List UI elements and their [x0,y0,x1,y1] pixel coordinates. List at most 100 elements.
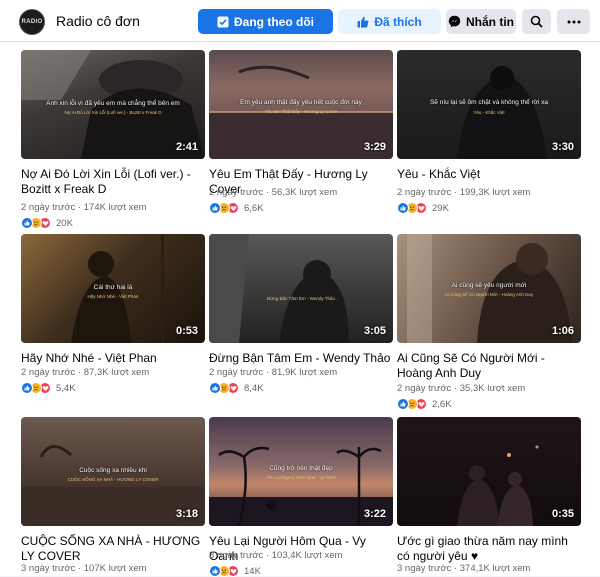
video-time: 3 ngày trước [397,563,452,574]
video-thumbnail[interactable]: Đừng Bận Tâm Em - Wendy Thảo 3:05 [209,234,393,343]
video-thumbnail[interactable]: Cái thứ hai là Hãy Nhớ Nhé - Việt Phan 0… [21,234,205,343]
video-thumbnail[interactable]: Em yêu anh thật đấy yêu hết cuộc đời này… [209,50,393,159]
video-views: 174K lượt xem [83,202,147,213]
video-thumbnail[interactable]: Cũng trở nên thật đẹp Yêu Lại Người Hôm … [209,417,393,526]
video-meta: 2 ngày trước · 56,3K lượt xem [209,187,338,198]
like-reaction-icon [397,202,409,214]
video-views: 35,3K lượt xem [459,383,526,394]
video-duration: 3:22 [363,508,386,520]
video-title[interactable]: Hãy Nhớ Nhé - Việt Phan [21,351,205,366]
video-thumbnail[interactable]: Cuộc sống xa nhiều khi CUỘC SỐNG XA NHÀ … [21,417,205,526]
video-thumbnail[interactable]: 0:35 [397,417,581,526]
video-views: 56,3K lượt xem [271,187,338,198]
liked-label: Đã thích [374,14,422,29]
video-meta: 3 ngày trước · 103,4K lượt xem [209,550,343,561]
search-icon [530,15,543,28]
video-thumbnail[interactable]: Ai cũng sẽ yêu người mới Ai Cũng Sẽ Có N… [397,234,581,343]
video-duration: 1:06 [551,325,574,337]
video-thumbnail[interactable]: Sẽ níu lại sẽ ôm chặt và không thể rời x… [397,50,581,159]
page-avatar[interactable]: RADIO [19,9,45,35]
like-reaction-icon [209,382,221,394]
video-title[interactable]: Yêu - Khắc Việt [397,167,581,182]
like-reaction-icon [209,565,221,577]
reaction-count: 14K [244,565,261,577]
message-button[interactable]: Nhắn tin [446,9,516,34]
thumbnail-subcaption: CUỘC SỐNG XA NHÀ - HƯƠNG LY COVER [67,477,159,482]
thumbnail-subcaption: Yêu - Khắc Việt [473,110,505,115]
video-time: 2 ngày trước [21,202,76,213]
like-reaction-icon [21,382,33,394]
check-box-icon [217,16,229,28]
video-meta: 2 ngày trước · 174K lượt xem [21,202,147,213]
page-name[interactable]: Radio cô đơn [56,13,140,29]
video-views: 199,3K lượt xem [459,187,531,198]
liked-button[interactable]: Đã thích [338,9,441,34]
thumbs-up-icon [357,16,369,28]
reactions[interactable]: 8,4K [209,382,264,394]
thumbnail-caption: Cái thứ hai là [93,284,133,291]
more-dots-icon [567,20,581,24]
search-button[interactable] [522,9,551,34]
thumbnail-subcaption: Ai Cũng Sẽ Có Người Mới - Hoàng Anh Duy [444,292,534,297]
reaction-count: 8,4K [244,382,264,394]
video-meta: 2 ngày trước · 81,9K lượt xem [209,367,338,378]
video-time: 2 ngày trước [397,187,452,198]
thumbnail-subcaption: Yêu Lại Người Hôm Qua - Vy Oanh [265,475,337,480]
video-title[interactable]: Ai Cũng Sẽ Có Người Mới - Hoàng Anh Duy [397,351,581,381]
video-meta: 2 ngày trước · 35,3K lượt xem [397,383,526,394]
video-meta: 2 ngày trước · 87,3K lượt xem [21,367,150,378]
reaction-count: 29K [432,202,449,214]
reaction-count: 2,6K [432,398,452,410]
reactions[interactable]: 14K [209,565,261,577]
page-header: RADIO Radio cô đơn Đang theo dõi Đã thíc… [0,0,600,42]
thumbnail-subcaption: Hãy Nhớ Nhé - Việt Phan [87,294,139,299]
video-duration: 0:53 [175,325,198,337]
following-label: Đang theo dõi [234,14,314,29]
video-meta: 3 ngày trước · 107K lượt xem [21,563,147,574]
reactions[interactable]: 6,6K [209,202,264,214]
video-title[interactable]: Ước gì giao thừa năm nay mình có người y… [397,534,581,564]
video-time: 2 ngày trước [397,383,452,394]
video-time: 3 ngày trước [209,550,264,561]
following-button[interactable]: Đang theo dõi [198,9,333,34]
thumbnail-subcaption: Yêu Em Thật Đấy - Hương Ly Cover [264,109,338,114]
reactions[interactable]: 5,4K [21,382,76,394]
like-reaction-icon [21,217,33,229]
video-title[interactable]: Đừng Bận Tâm Em - Wendy Thảo [209,351,393,366]
video-duration: 3:30 [551,141,574,153]
video-views: 107K lượt xem [83,563,147,574]
reactions[interactable]: 20K [21,217,73,229]
video-duration: 3:05 [363,325,386,337]
reaction-count: 6,6K [244,202,264,214]
thumbnail-caption: Cũng trở nên thật đẹp [269,465,333,472]
video-views: 103,4K lượt xem [271,550,343,561]
video-duration: 3:18 [175,508,198,520]
video-meta: 2 ngày trước · 199,3K lượt xem [397,187,531,198]
reactions[interactable]: 2,6K [397,398,452,410]
video-duration: 3:29 [363,141,386,153]
thumbnail-caption: Ai cũng sẽ yêu người mới [451,282,527,289]
video-duration: 0:35 [551,508,574,520]
video-views: 374,1K lượt xem [459,563,531,574]
video-time: 2 ngày trước [21,367,76,378]
video-duration: 2:41 [175,141,198,153]
thumbnail-caption: Sẽ níu lại sẽ ôm chặt và không thể rời x… [429,99,549,106]
thumbnail-subcaption: Đừng Bận Tâm Em - Wendy Thảo [266,296,336,301]
like-reaction-icon [209,202,221,214]
video-title[interactable]: Nợ Ai Đó Lời Xin Lỗi (Lofi ver.) - Bozit… [21,167,205,197]
video-thumbnail[interactable]: Anh xin lỗi vì đã yêu em mà chẳng thể bê… [21,50,205,159]
thumbnail-caption: Cuộc sống xa nhiều khi [79,467,147,474]
videos-grid: Anh xin lỗi vì đã yêu em mà chẳng thể bê… [0,42,600,577]
reactions[interactable]: 29K [397,202,449,214]
video-title[interactable]: CUỘC SỐNG XA NHÀ - HƯƠNG LY COVER [21,534,205,564]
thumbnail-subcaption: Nợ Ai Đó Lời Xin Lỗi (Lofi ver.) - Bozit… [64,110,162,115]
video-time: 2 ngày trước [209,367,264,378]
video-time: 2 ngày trước [209,187,264,198]
like-reaction-icon [397,398,409,410]
more-options-button[interactable] [557,9,590,34]
messenger-icon [448,15,461,28]
thumbnail-caption: Em yêu anh thật đấy yêu hết cuộc đời này [240,99,362,106]
video-views: 81,9K lượt xem [271,367,338,378]
video-views: 87,3K lượt xem [83,367,150,378]
reaction-count: 20K [56,217,73,229]
